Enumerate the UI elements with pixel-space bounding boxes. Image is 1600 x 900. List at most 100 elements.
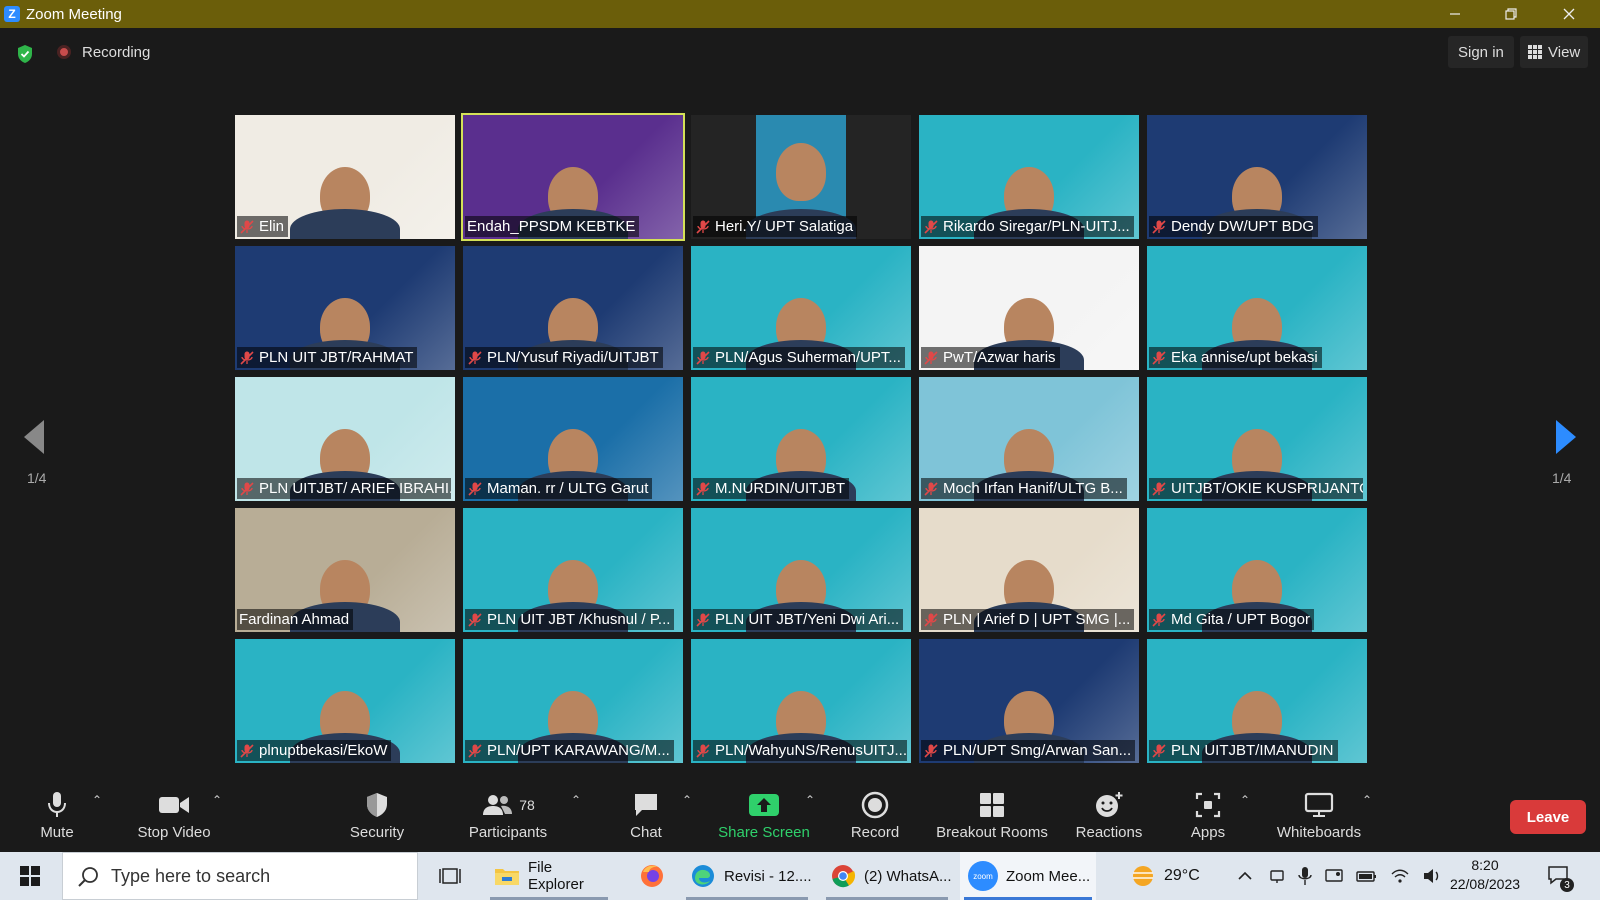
participant-video-tile[interactable]: PLN/Agus Suherman/UPT... xyxy=(691,246,911,370)
participant-video-tile[interactable]: PLN/WahyuNS/RenusUITJ... xyxy=(691,639,911,763)
meet-now-icon[interactable] xyxy=(1268,867,1286,885)
battery-icon[interactable] xyxy=(1356,868,1378,884)
task-view-button[interactable] xyxy=(430,852,470,900)
participant-video-tile[interactable]: Elin xyxy=(235,115,455,239)
taskbar-zoom[interactable]: zoom Zoom Mee... xyxy=(960,852,1096,900)
mute-button[interactable]: Mute xyxy=(36,785,78,849)
previous-page-arrow-icon[interactable] xyxy=(24,420,44,454)
participant-name-label: Rikardo Siregar/PLN-UITJ... xyxy=(921,216,1134,237)
participant-video-tile[interactable]: Dendy DW/UPT BDG xyxy=(1147,115,1367,239)
participant-video-tile[interactable]: PLN UIT JBT/Yeni Dwi Ari... xyxy=(691,508,911,632)
sign-in-button[interactable]: Sign in xyxy=(1448,36,1514,68)
participant-video-tile[interactable]: Maman. rr / ULTG Garut xyxy=(463,377,683,501)
taskbar-chrome[interactable]: (2) WhatsA... xyxy=(822,852,952,900)
taskbar-clock[interactable]: 8:20 22/08/2023 xyxy=(1440,856,1530,894)
stop-video-button[interactable]: Stop Video xyxy=(132,785,216,849)
participant-video-tile[interactable]: Rikardo Siregar/PLN-UITJ... xyxy=(919,115,1139,239)
muted-microphone-icon xyxy=(1152,612,1166,627)
speaker-volume-icon[interactable] xyxy=(1422,867,1442,885)
participant-video-tile[interactable]: Heri.Y/ UPT Salatiga xyxy=(691,115,911,239)
participant-name-label: Elin xyxy=(237,216,289,237)
display-icon[interactable] xyxy=(1324,867,1344,885)
participant-video-tile[interactable]: PLN/UPT KARAWANG/M... xyxy=(463,639,683,763)
participant-video-tile[interactable]: Endah_PPSDM KEBTKE xyxy=(461,113,685,241)
whiteboards-options-chevron-icon[interactable]: ⌃ xyxy=(1362,793,1372,807)
minimize-button[interactable] xyxy=(1432,0,1478,28)
muted-microphone-icon xyxy=(696,219,710,234)
chat-options-chevron-icon[interactable]: ⌃ xyxy=(682,793,692,807)
notification-count-badge: 3 xyxy=(1560,878,1574,892)
zoom-tab-label: Zoom Mee... xyxy=(1006,867,1091,885)
next-page-arrow-icon[interactable] xyxy=(1556,420,1576,454)
recording-indicator-icon xyxy=(57,45,71,59)
participant-name: Moch Irfan Hanif/ULTG B... xyxy=(943,480,1123,497)
leave-button[interactable]: Leave xyxy=(1510,800,1586,834)
participant-video xyxy=(290,139,400,239)
muted-microphone-icon xyxy=(1152,219,1166,234)
participant-name-label: Dendy DW/UPT BDG xyxy=(1149,216,1319,237)
participant-name: plnuptbekasi/EkoW xyxy=(259,742,388,759)
taskbar-search-box[interactable]: Type here to search xyxy=(62,852,418,900)
participant-name-label: PLN/UPT Smg/Arwan San... xyxy=(921,740,1135,761)
participant-video-tile[interactable]: Fardinan Ahmad xyxy=(235,508,455,632)
participant-video-tile[interactable]: PLN/UPT Smg/Arwan San... xyxy=(919,639,1139,763)
participant-name-label: Moch Irfan Hanif/ULTG B... xyxy=(921,478,1127,499)
microphone-in-use-icon[interactable] xyxy=(1298,866,1312,886)
breakout-rooms-button[interactable]: Breakout Rooms xyxy=(934,785,1050,849)
participant-video-tile[interactable]: Md Gita / UPT Bogor xyxy=(1147,508,1367,632)
reactions-smiley-icon xyxy=(1096,792,1123,817)
weather-widget[interactable]: 29°C xyxy=(1128,852,1200,900)
apps-icon xyxy=(1195,792,1221,818)
participant-video-tile[interactable]: PLN UIT JBT/RAHMAT xyxy=(235,246,455,370)
participant-video-tile[interactable]: plnuptbekasi/EkoW xyxy=(235,639,455,763)
participant-video-tile[interactable]: PLN UIT JBT /Khusnul / P... xyxy=(463,508,683,632)
participant-name-label: PLN/Yusuf Riyadi/UITJBT xyxy=(465,347,663,368)
chat-button[interactable]: Chat xyxy=(626,785,666,849)
participant-name: PLN/UPT KARAWANG/M... xyxy=(487,742,670,759)
participants-button[interactable]: 78 Participants xyxy=(465,785,551,849)
apps-options-chevron-icon[interactable]: ⌃ xyxy=(1240,793,1250,807)
whiteboards-button[interactable]: Whiteboards xyxy=(1274,785,1364,849)
taskbar-file-explorer[interactable]: File Explorer xyxy=(486,852,612,900)
meeting-toolbar: Mute ⌃ Stop Video ⌃ Security 78 Particip… xyxy=(0,785,1600,849)
participants-icon xyxy=(483,795,513,815)
participant-video-tile[interactable]: Moch Irfan Hanif/ULTG B... xyxy=(919,377,1139,501)
taskbar-edge[interactable]: Revisi - 12.... xyxy=(682,852,812,900)
close-button[interactable] xyxy=(1546,0,1592,28)
participant-video-tile[interactable]: M.NURDIN/UITJBT xyxy=(691,377,911,501)
show-hidden-icons-chevron-icon[interactable] xyxy=(1236,867,1254,885)
video-options-chevron-icon[interactable]: ⌃ xyxy=(212,793,222,807)
participant-name-label: M.NURDIN/UITJBT xyxy=(693,478,849,499)
participant-video-tile[interactable]: Eka annise/upt bekasi xyxy=(1147,246,1367,370)
view-button[interactable]: View xyxy=(1520,36,1589,68)
participant-name: Md Gita / UPT Bogor xyxy=(1171,611,1310,628)
apps-button[interactable]: Apps xyxy=(1188,785,1228,849)
participant-video-tile[interactable]: UITJBT/OKIE KUSPRIJANTO xyxy=(1147,377,1367,501)
participant-video-tile[interactable]: PwT/Azwar haris xyxy=(919,246,1139,370)
recording-label[interactable]: Recording xyxy=(82,44,150,61)
reactions-button[interactable]: Reactions xyxy=(1074,785,1144,849)
share-options-chevron-icon[interactable]: ⌃ xyxy=(805,793,815,807)
security-button[interactable]: Security xyxy=(343,785,411,849)
taskbar-firefox[interactable] xyxy=(632,852,672,900)
file-explorer-label: File Explorer xyxy=(527,859,584,893)
participant-video-tile[interactable]: PLN/Yusuf Riyadi/UITJBT xyxy=(463,246,683,370)
audio-options-chevron-icon[interactable]: ⌃ xyxy=(92,793,102,807)
restore-button[interactable] xyxy=(1488,0,1534,28)
security-shield-icon[interactable] xyxy=(16,44,34,64)
wifi-icon[interactable] xyxy=(1390,867,1410,885)
participant-video-tile[interactable]: PLN UITJBT/ ARIEF IBRAHI... xyxy=(235,377,455,501)
muted-microphone-icon xyxy=(924,743,938,758)
participant-video-tile[interactable]: PLN | Arief D | UPT SMG |... xyxy=(919,508,1139,632)
participant-video-tile[interactable]: PLN UITJBT/IMANUDIN xyxy=(1147,639,1367,763)
share-screen-button[interactable]: Share Screen xyxy=(716,785,812,849)
windows-start-icon[interactable] xyxy=(20,866,40,886)
share-screen-arrow-icon xyxy=(749,794,779,816)
participant-name-label: Eka annise/upt bekasi xyxy=(1149,347,1322,368)
window-title: Zoom Meeting xyxy=(26,5,122,23)
record-button[interactable]: Record xyxy=(850,785,900,849)
breakout-rooms-icon xyxy=(980,793,1004,817)
participants-options-chevron-icon[interactable]: ⌃ xyxy=(571,793,581,807)
share-screen-label: Share Screen xyxy=(718,824,810,841)
notification-center-button[interactable]: 3 xyxy=(1546,852,1574,900)
